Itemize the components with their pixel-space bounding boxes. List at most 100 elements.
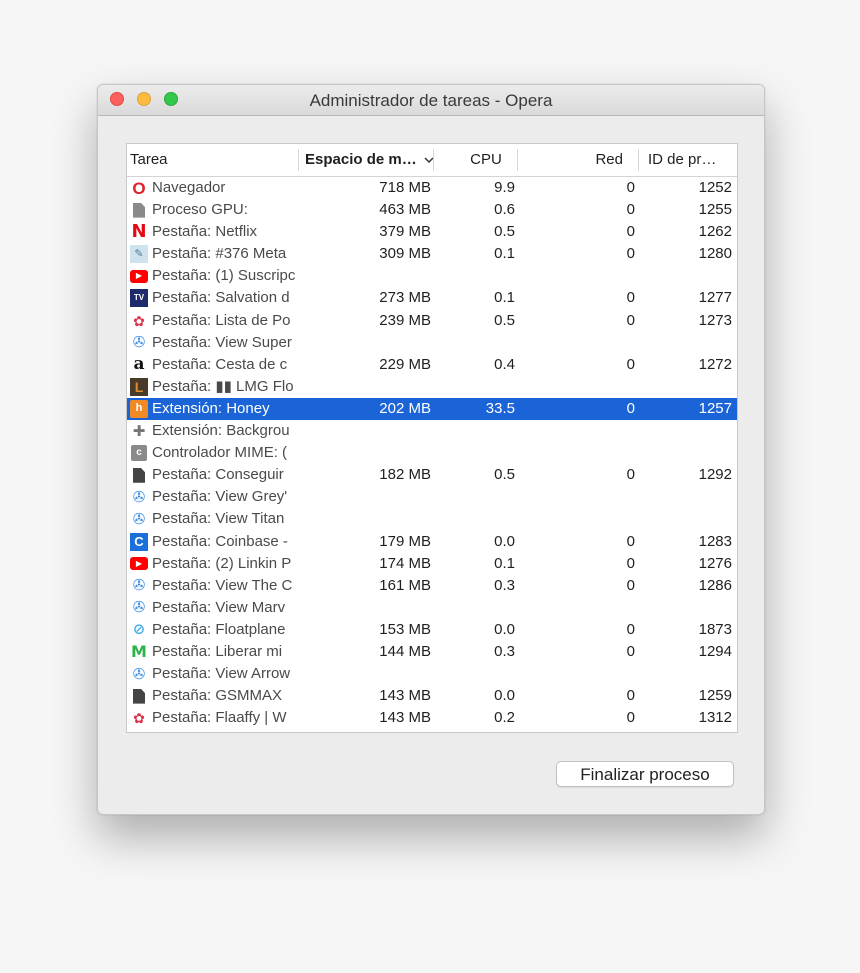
task-name: Pestaña: View Marv [152, 598, 286, 616]
table-row[interactable]: Pestaña: Conseguir 182 MB 0.5 0 1292 [127, 464, 737, 486]
task-table[interactable]: Tarea Espacio de m… CPU Red ID de pr… O N… [126, 143, 738, 733]
memory-value [307, 442, 431, 464]
table-row[interactable]: ✎ Pestaña: #376 Meta 309 MB 0.1 0 1280 [127, 243, 737, 265]
table-row[interactable]: ▶ Pestaña: (1) Suscripc [127, 265, 737, 287]
cpu-value [437, 597, 515, 619]
pid-value [647, 376, 732, 398]
cpu-value [437, 508, 515, 530]
column-divider[interactable] [638, 149, 639, 171]
table-row[interactable]: ✇ Pestaña: View The C 161 MB 0.3 0 1286 [127, 575, 737, 597]
window-title: Administrador de tareas - Opera [309, 91, 553, 110]
opera-icon: O [132, 178, 146, 198]
pid-value [647, 597, 732, 619]
pid-value: 1292 [698, 466, 732, 484]
memory-value: 229 MB [379, 355, 431, 373]
network-value: 0 [626, 311, 635, 329]
network-value [547, 486, 635, 508]
cpu-value [437, 332, 515, 354]
table-row[interactable]: N Pestaña: Netflix 379 MB 0.5 0 1262 [127, 221, 737, 243]
table-row[interactable]: O Navegador 718 MB 9.9 0 1252 [127, 177, 737, 199]
column-header-memory-label: Espacio de m… [305, 151, 417, 168]
network-value: 0 [626, 576, 635, 594]
network-value: 0 [626, 532, 635, 550]
pid-value: 1873 [698, 620, 732, 638]
table-row[interactable]: TV Pestaña: Salvation d 273 MB 0.1 0 1277 [127, 287, 737, 309]
task-name: Pestaña: Conseguir [152, 466, 284, 484]
cpu-value: 0.6 [494, 201, 515, 219]
end-process-button[interactable]: Finalizar proceso [556, 761, 734, 787]
network-value [547, 597, 635, 619]
table-row[interactable]: ✇ Pestaña: View Arrow [127, 663, 737, 685]
column-header-network[interactable]: Red [527, 144, 623, 176]
table-row[interactable]: ✿ Pestaña: Flaaffy | W 143 MB 0.2 0 1312 [127, 707, 737, 729]
lmg-icon: L [130, 377, 148, 396]
task-name: Pestaña: View Titan [152, 510, 285, 528]
task-manager-window: Administrador de tareas - Opera Tarea Es… [97, 84, 765, 815]
network-value: 0 [626, 245, 635, 263]
pid-value: 1283 [698, 532, 732, 550]
cpu-value: 0.5 [494, 466, 515, 484]
task-name: Pestaña: #376 Meta [152, 245, 287, 263]
column-header-task[interactable]: Tarea [130, 144, 298, 176]
network-value [547, 442, 635, 464]
memory-value [307, 332, 431, 354]
pid-value: 1276 [698, 554, 732, 572]
column-header-cpu[interactable]: CPU [432, 144, 540, 176]
table-row[interactable]: ✿ Pestaña: Lista de Po 239 MB 0.5 0 1273 [127, 310, 737, 332]
task-name: Pestaña: Flaaffy | W [152, 709, 287, 727]
cpu-value: 9.9 [494, 179, 515, 196]
table-row[interactable]: ⊘ Pestaña: Floatplane 153 MB 0.0 0 1873 [127, 619, 737, 641]
task-name: Pestaña: Netflix [152, 223, 258, 241]
pid-value [647, 420, 732, 442]
pid-value: 1259 [698, 687, 732, 705]
table-row[interactable]: a Pestaña: Cesta de c 229 MB 0.4 0 1272 [127, 354, 737, 376]
table-row[interactable]: ✇ Pestaña: View Grey' [127, 486, 737, 508]
memory-value: 161 MB [379, 576, 431, 594]
pid-value: 1257 [698, 399, 732, 417]
table-row[interactable]: ✇ Pestaña: View Titan [127, 508, 737, 530]
pid-value: 1255 [698, 201, 732, 219]
lips-icon: ✿ [133, 710, 145, 727]
table-row[interactable]: h Extensión: Honey 202 MB 33.5 0 1257 [127, 397, 737, 421]
network-value: 0 [626, 289, 635, 307]
document-icon [130, 466, 148, 484]
column-divider[interactable] [517, 149, 518, 171]
table-row[interactable]: ✚ Extensión: Backgrou [127, 420, 737, 442]
memory-value: 239 MB [379, 311, 431, 329]
table-row[interactable]: ▶ Pestaña: (2) Linkin P 174 MB 0.1 0 1276 [127, 553, 737, 575]
task-name: Proceso GPU: [152, 201, 248, 219]
title-bar[interactable]: Administrador de tareas - Opera [98, 85, 764, 116]
memory-value: 309 MB [379, 245, 431, 263]
table-row[interactable]: L Pestaña: ▮▮ LMG Flo [127, 376, 737, 398]
column-header-pid[interactable]: ID de pr… [648, 144, 737, 176]
column-header-memory[interactable]: Espacio de m… [305, 144, 435, 176]
film-icon: ✇ [132, 334, 146, 352]
table-row[interactable]: Pestaña: GSMMAX 143 MB 0.0 0 1259 [127, 685, 737, 707]
film-icon: ✇ [132, 510, 146, 528]
tv-icon: TV [130, 289, 148, 308]
pid-value [647, 265, 732, 287]
table-row[interactable]: c Controlador MIME: ( [127, 442, 737, 464]
cpu-value: 33.5 [485, 399, 515, 417]
table-row[interactable]: M Pestaña: Liberar mi 144 MB 0.3 0 1294 [127, 641, 737, 663]
network-value: 0 [626, 642, 635, 660]
task-name: Controlador MIME: ( [152, 444, 288, 462]
cpu-value: 0.0 [494, 687, 515, 705]
film-icon: ✇ [132, 665, 146, 683]
task-name: Pestaña: GSMMAX [152, 687, 283, 705]
pid-value: 1286 [698, 576, 732, 594]
column-divider[interactable] [298, 149, 299, 171]
task-name: Pestaña: (2) Linkin P [152, 554, 292, 572]
task-name: Pestaña: Lista de Po [152, 311, 291, 329]
table-row[interactable]: Proceso GPU: 463 MB 0.6 0 1255 [127, 199, 737, 221]
table-row[interactable]: ✇ Pestaña: View Super [127, 332, 737, 354]
table-row[interactable]: C Pestaña: Coinbase - 179 MB 0.0 0 1283 [127, 531, 737, 553]
task-name: Extensión: Honey [152, 399, 270, 417]
memory-value: 174 MB [379, 554, 431, 572]
memory-value: 718 MB [379, 179, 431, 196]
network-value [547, 508, 635, 530]
table-row[interactable]: ✇ Pestaña: View Marv [127, 597, 737, 619]
youtube-icon: ▶ [130, 555, 148, 573]
memory-value: 202 MB [379, 399, 431, 417]
task-name: Pestaña: View Grey' [152, 488, 288, 506]
